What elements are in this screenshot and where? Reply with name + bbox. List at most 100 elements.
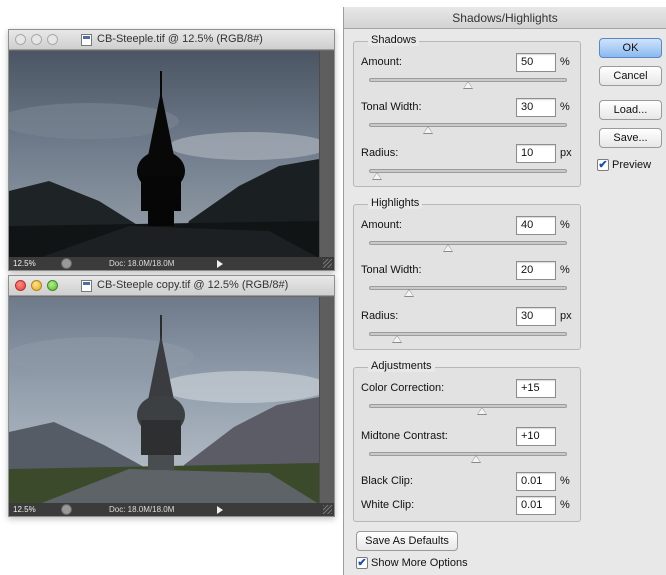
shadows-amount-slider[interactable] [369, 77, 567, 89]
group-title: Shadows [368, 34, 420, 46]
shadows-group: Shadows Amount: 50 % Tonal Width: 30 % R… [353, 34, 581, 187]
unit-label: % [560, 101, 570, 113]
slider-thumb[interactable] [470, 455, 481, 463]
slider-thumb[interactable] [371, 172, 382, 180]
preview-option[interactable]: ✔ Preview [597, 159, 651, 171]
resize-grip-icon[interactable] [323, 505, 332, 514]
minimize-window-button[interactable] [31, 280, 42, 291]
white-clip-row: White Clip: 0.01 % [354, 496, 580, 518]
shadows-radius-row: Radius: 10 px [354, 144, 580, 166]
slider-track[interactable] [369, 241, 567, 245]
close-window-button[interactable] [15, 280, 26, 291]
adjustments-group: Adjustments Color Correction: +15 Midton… [353, 360, 581, 522]
zoom-level[interactable]: 12.5% [13, 505, 57, 514]
midtone-contrast-row: Midtone Contrast: +10 [354, 427, 580, 449]
unit-label: px [560, 310, 572, 322]
color-correction-input[interactable]: +15 [516, 379, 556, 398]
slider-track[interactable] [369, 123, 567, 127]
vertical-scrollbar[interactable] [319, 51, 334, 258]
image-canvas[interactable] [9, 297, 319, 504]
load-button[interactable]: Load... [599, 100, 662, 120]
image-canvas[interactable] [9, 51, 319, 258]
field-label: Amount: [361, 219, 402, 231]
highlights-tonal-width-slider[interactable] [369, 285, 567, 297]
highlights-radius-slider[interactable] [369, 331, 567, 343]
steeple-photo-dark [9, 51, 319, 258]
unit-label: % [560, 264, 570, 276]
shadows-radius-slider[interactable] [369, 168, 567, 180]
slider-thumb[interactable] [476, 407, 487, 415]
window-title: CB-Steeple.tif @ 12.5% (RGB/8#) [97, 33, 263, 45]
group-title: Adjustments [368, 360, 435, 372]
shadows-amount-input[interactable]: 50 [516, 53, 556, 72]
highlights-amount-slider[interactable] [369, 240, 567, 252]
document-window-original[interactable]: CB-Steeple.tif @ 12.5% (RGB/8#) 12.5% Do… [8, 29, 335, 271]
slider-thumb[interactable] [443, 244, 454, 252]
field-label: Tonal Width: [361, 264, 422, 276]
white-clip-input[interactable]: 0.01 [516, 496, 556, 515]
slider-track[interactable] [369, 169, 567, 173]
slider-thumb[interactable] [423, 126, 434, 134]
midtone-contrast-slider[interactable] [369, 451, 567, 463]
window-titlebar[interactable]: CB-Steeple copy.tif @ 12.5% (RGB/8#) [9, 276, 334, 296]
cancel-button[interactable]: Cancel [599, 66, 662, 86]
unit-label: % [560, 56, 570, 68]
share-icon[interactable] [61, 504, 72, 515]
slider-thumb[interactable] [391, 335, 402, 343]
field-label: Black Clip: [361, 475, 413, 487]
show-more-options-checkbox[interactable]: ✔ [356, 557, 368, 569]
vertical-scrollbar[interactable] [319, 297, 334, 504]
show-more-options-label: Show More Options [371, 557, 468, 569]
field-label: Amount: [361, 56, 402, 68]
shadows-radius-input[interactable]: 10 [516, 144, 556, 163]
slider-thumb[interactable] [403, 289, 414, 297]
window-title: CB-Steeple copy.tif @ 12.5% (RGB/8#) [97, 279, 289, 291]
slider-track[interactable] [369, 404, 567, 408]
minimize-window-button[interactable] [31, 34, 42, 45]
zoom-level[interactable]: 12.5% [13, 259, 57, 268]
midtone-contrast-input[interactable]: +10 [516, 427, 556, 446]
dialog-title: Shadows/Highlights [344, 7, 666, 29]
highlights-tonal-width-input[interactable]: 20 [516, 261, 556, 280]
shadows-tonal-width-slider[interactable] [369, 122, 567, 134]
unit-label: % [560, 475, 570, 487]
document-window-copy[interactable]: CB-Steeple copy.tif @ 12.5% (RGB/8#) 12.… [8, 275, 335, 517]
document-proxy-icon[interactable] [81, 280, 92, 292]
preview-checkbox[interactable]: ✔ [597, 159, 609, 171]
highlights-tonal-width-row: Tonal Width: 20 % [354, 261, 580, 283]
highlights-amount-input[interactable]: 40 [516, 216, 556, 235]
document-proxy-icon[interactable] [81, 34, 92, 46]
save-button[interactable]: Save... [599, 128, 662, 148]
zoom-window-button[interactable] [47, 34, 58, 45]
status-menu-arrow-icon[interactable] [217, 506, 223, 514]
black-clip-row: Black Clip: 0.01 % [354, 472, 580, 494]
window-titlebar[interactable]: CB-Steeple.tif @ 12.5% (RGB/8#) [9, 30, 334, 50]
status-menu-arrow-icon[interactable] [217, 260, 223, 268]
close-window-button[interactable] [15, 34, 26, 45]
field-label: Radius: [361, 310, 399, 322]
slider-track[interactable] [369, 286, 567, 290]
highlights-radius-input[interactable]: 30 [516, 307, 556, 326]
slider-thumb[interactable] [463, 81, 473, 89]
shadows-tonal-width-row: Tonal Width: 30 % [354, 98, 580, 120]
group-title: Highlights [368, 197, 423, 209]
show-more-options[interactable]: ✔ Show More Options [356, 557, 468, 569]
color-correction-slider[interactable] [369, 403, 567, 415]
zoom-window-button[interactable] [47, 280, 58, 291]
save-as-defaults-button[interactable]: Save As Defaults [356, 531, 458, 551]
field-label: Midtone Contrast: [361, 430, 448, 442]
doc-size: Doc: 18.0M/18.0M [109, 505, 175, 514]
field-label: Color Correction: [361, 382, 445, 394]
shadows-tonal-width-input[interactable]: 30 [516, 98, 556, 117]
field-label: Radius: [361, 147, 399, 159]
black-clip-input[interactable]: 0.01 [516, 472, 556, 491]
shadows-highlights-dialog: Shadows/Highlights Shadows Amount: 50 % … [343, 7, 666, 575]
field-label: White Clip: [361, 499, 415, 511]
resize-grip-icon[interactable] [323, 259, 332, 268]
ok-button[interactable]: OK [599, 38, 662, 58]
steeple-photo-adjusted [9, 297, 319, 504]
slider-track[interactable] [369, 452, 567, 456]
status-bar: 12.5% Doc: 18.0M/18.0M [9, 503, 334, 516]
share-icon[interactable] [61, 258, 72, 269]
shadows-amount-row: Amount: 50 % [354, 53, 580, 75]
